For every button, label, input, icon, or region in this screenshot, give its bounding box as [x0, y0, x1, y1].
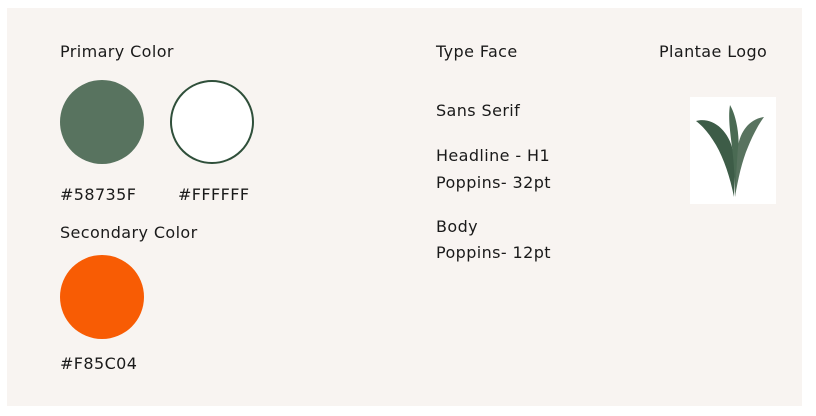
primary-color-heading: Primary Color: [60, 42, 174, 61]
secondary-swatch-orange: [60, 255, 144, 339]
headline-label: Headline - H1: [436, 146, 551, 165]
typeface-heading: Type Face: [436, 42, 518, 61]
secondary-hex-orange: #F85C04: [60, 354, 138, 373]
body-spec: Poppins- 12pt: [436, 243, 551, 262]
typeface-style: Sans Serif: [436, 101, 521, 120]
primary-hex-green: #58735F: [60, 185, 137, 204]
secondary-color-heading: Secondary Color: [60, 223, 198, 242]
plantae-logo-box: [690, 97, 776, 204]
headline-spec: Poppins- 32pt: [436, 173, 551, 192]
logo-heading: Plantae Logo: [659, 42, 768, 61]
brand-guide-card: Primary Color #58735F #FFFFFF Secondary …: [7, 8, 802, 406]
primary-hex-white: #FFFFFF: [178, 185, 250, 204]
primary-swatch-green: [60, 80, 144, 164]
body-label: Body: [436, 217, 478, 236]
plant-leaf-logo-icon: [696, 105, 764, 197]
primary-swatch-white: [170, 80, 254, 164]
